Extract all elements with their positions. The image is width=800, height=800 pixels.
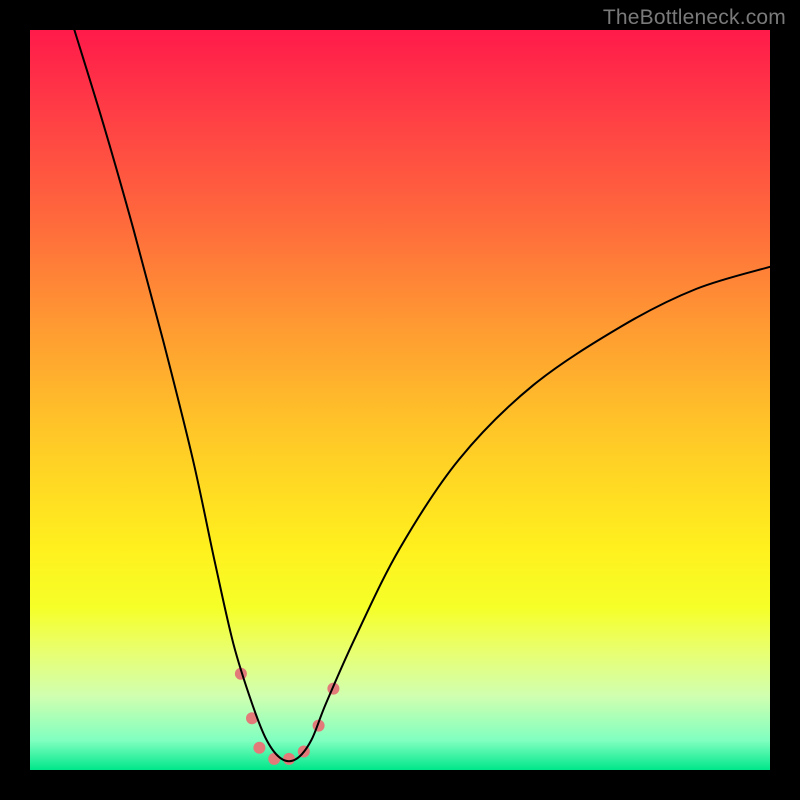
- bottleneck-curve: [74, 30, 770, 761]
- highlight-dot: [253, 742, 265, 754]
- highlight-dot: [268, 753, 280, 765]
- chart-frame: TheBottleneck.com: [0, 0, 800, 800]
- highlight-dot: [283, 753, 295, 765]
- curve-layer: [30, 30, 770, 770]
- highlight-group: [235, 668, 340, 765]
- watermark-text: TheBottleneck.com: [603, 6, 786, 30]
